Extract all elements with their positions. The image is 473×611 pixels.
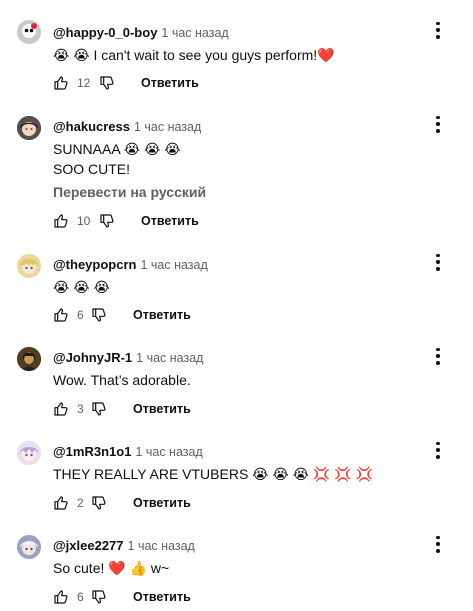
more-vert-icon[interactable] — [428, 252, 448, 272]
avatar[interactable] — [17, 254, 41, 278]
author-name[interactable]: @1mR3n1o1 — [53, 444, 131, 459]
like-count: 2 — [77, 496, 84, 510]
white-hair-avatar-icon — [17, 535, 41, 559]
thumbs-up-icon[interactable] — [53, 589, 69, 605]
more-vert-icon[interactable] — [428, 346, 448, 366]
action-bar: 6 Ответить — [53, 587, 191, 607]
thumbs-down-icon[interactable] — [91, 589, 107, 605]
more-vert-icon[interactable] — [428, 114, 448, 134]
author-name[interactable]: @theypopcrn — [53, 257, 136, 272]
comment-header: @hakucress 1 час назад — [53, 119, 201, 134]
comment-text: 😭 😭 I can't wait to see you guys perform… — [53, 47, 335, 63]
action-bar: 10 Ответить — [53, 211, 199, 231]
more-vert-icon[interactable] — [428, 20, 448, 40]
avatar[interactable] — [17, 441, 41, 465]
comment-header: @1mR3n1o1 1 час назад — [53, 444, 203, 459]
reply-button[interactable]: Ответить — [133, 308, 191, 322]
reply-button[interactable]: Ответить — [133, 590, 191, 604]
avatar[interactable] — [17, 535, 41, 559]
action-bar: 3 Ответить — [53, 399, 191, 419]
comment-header: @happy-0_0-boy 1 час назад — [53, 25, 229, 40]
dark-hair-avatar-icon — [17, 116, 41, 140]
like-count: 6 — [77, 308, 84, 322]
more-vert-icon[interactable] — [428, 440, 448, 460]
comment-text: THEY REALLY ARE VTUBERS 😭 😭 😭 💢 💢 💢 — [53, 466, 374, 482]
reply-button[interactable]: Ответить — [141, 214, 199, 228]
timestamp[interactable]: 1 час назад — [140, 258, 207, 272]
reply-button[interactable]: Ответить — [133, 496, 191, 510]
more-vert-icon[interactable] — [428, 534, 448, 554]
avatar[interactable] — [17, 347, 41, 371]
thumbs-down-icon[interactable] — [91, 495, 107, 511]
comment-text: 😭 😭 😭 — [53, 279, 110, 295]
like-count: 3 — [77, 402, 84, 416]
thumbs-down-icon[interactable] — [91, 307, 107, 323]
avatar[interactable] — [17, 20, 41, 44]
thumbs-up-icon[interactable] — [53, 401, 69, 417]
thumbs-up-icon[interactable] — [53, 75, 69, 91]
action-bar: 12 Ответить — [53, 73, 199, 93]
comment-header: @JohnyJR-1 1 час назад — [53, 350, 203, 365]
timestamp[interactable]: 1 час назад — [161, 26, 228, 40]
thumbs-up-icon[interactable] — [53, 213, 69, 229]
reply-button[interactable]: Ответить — [133, 402, 191, 416]
lilac-anime-avatar-icon — [17, 441, 41, 465]
author-name[interactable]: @hakucress — [53, 119, 130, 134]
timestamp[interactable]: 1 час назад — [134, 120, 201, 134]
avatar[interactable] — [17, 116, 41, 140]
like-count: 10 — [77, 214, 91, 228]
skull-avatar-icon — [17, 20, 41, 44]
thumbs-up-icon[interactable] — [53, 307, 69, 323]
thumbs-up-icon[interactable] — [53, 495, 69, 511]
reply-button[interactable]: Ответить — [141, 76, 199, 90]
blonde-anime-avatar-icon — [17, 254, 41, 278]
action-bar: 6 Ответить — [53, 305, 191, 325]
thumbs-down-icon[interactable] — [99, 75, 115, 91]
like-count: 6 — [77, 590, 84, 604]
thumbs-down-icon[interactable] — [99, 213, 115, 229]
action-bar: 2 Ответить — [53, 493, 191, 513]
comment-text: SOO CUTE! — [53, 161, 131, 177]
thumbs-down-icon[interactable] — [91, 401, 107, 417]
comment-text: Wow. That’s adorable. — [53, 372, 191, 388]
like-count: 12 — [77, 76, 91, 90]
comment-text: SUNNAAA 😭 😭 😭 — [53, 141, 181, 157]
timestamp[interactable]: 1 час назад — [136, 351, 203, 365]
comment-header: @theypopcrn 1 час назад — [53, 257, 208, 272]
painting-avatar-icon — [17, 347, 41, 371]
translate-link[interactable]: Перевести на русский — [53, 184, 206, 200]
comment-text: So cute! ❤️ 👍 w~ — [53, 560, 170, 576]
comment-header: @jxlee2277 1 час назад — [53, 538, 195, 553]
author-name[interactable]: @jxlee2277 — [53, 538, 124, 553]
author-name[interactable]: @JohnyJR-1 — [53, 350, 132, 365]
timestamp[interactable]: 1 час назад — [135, 445, 202, 459]
author-name[interactable]: @happy-0_0-boy — [53, 25, 157, 40]
timestamp[interactable]: 1 час назад — [128, 539, 195, 553]
